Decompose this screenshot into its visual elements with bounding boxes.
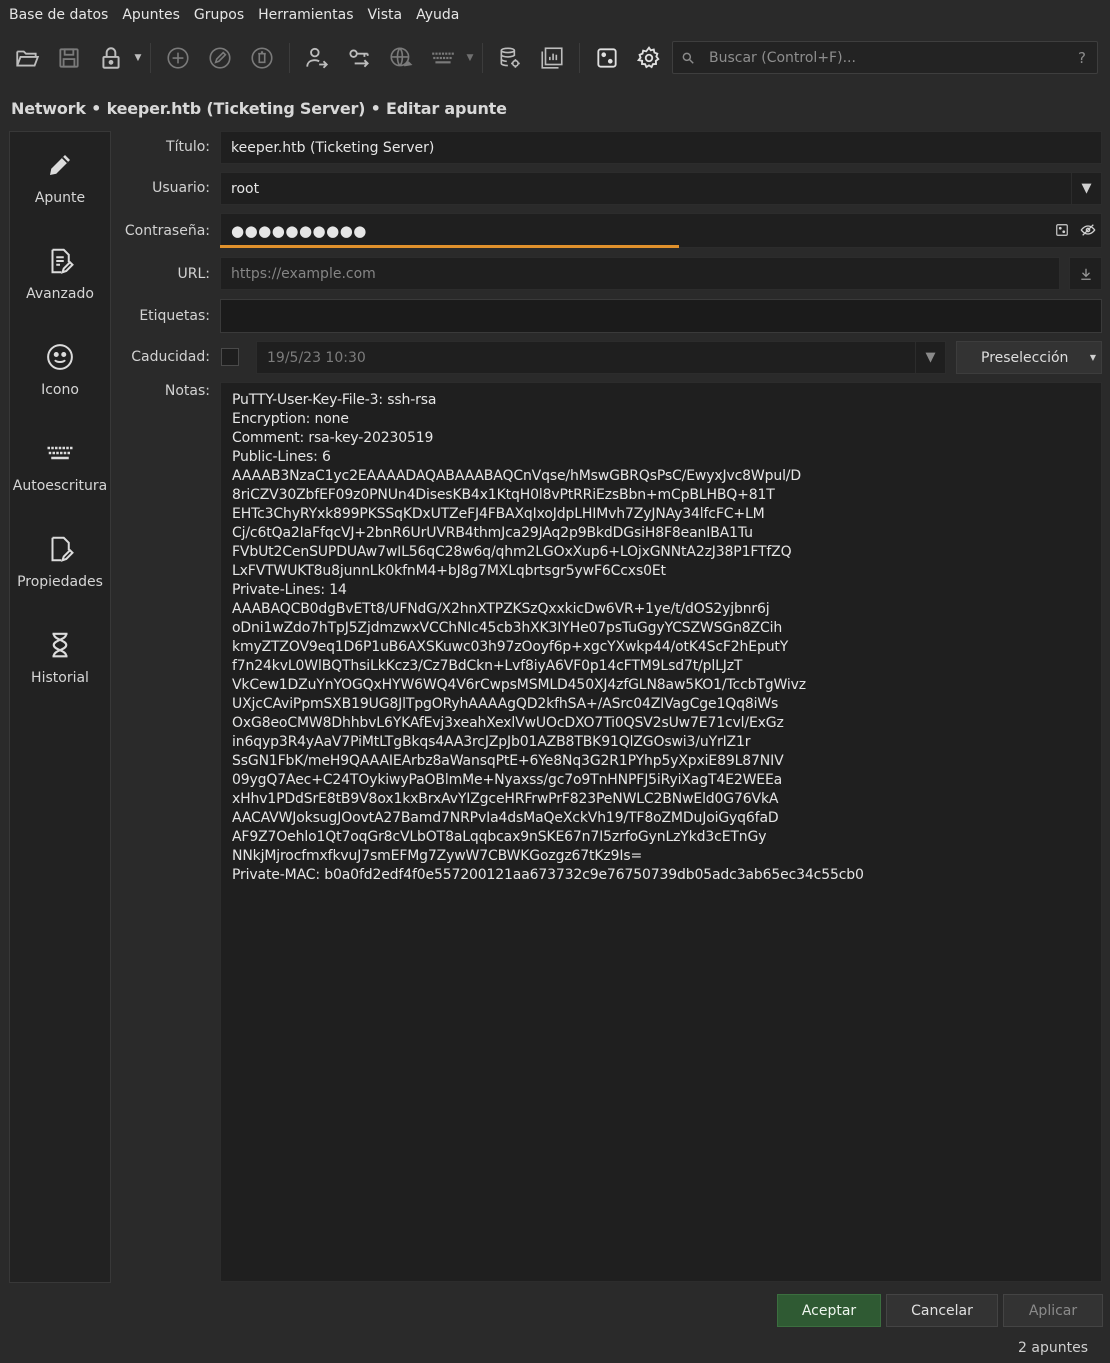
apply-button[interactable]: Aplicar [1003, 1294, 1103, 1327]
breadcrumb: Network • keeper.htb (Ticketing Server) … [11, 99, 507, 118]
generate-password-button[interactable] [1053, 221, 1071, 239]
preset-label: Preselección [981, 349, 1069, 366]
eye-off-icon [1080, 224, 1096, 236]
user-arrow-icon [306, 47, 329, 69]
sidebar-item-label: Icono [41, 382, 79, 398]
globe-icon [390, 47, 413, 67]
expiry-checkbox[interactable] [221, 348, 239, 366]
expiry-datetime-field[interactable]: 19/5/23 10:30 [256, 341, 916, 374]
sidebar-item-label: Historial [31, 670, 89, 686]
cancel-button[interactable]: Cancelar [886, 1294, 998, 1327]
url-label: URL: [177, 266, 211, 282]
expiry-label: Caducidad: [131, 349, 210, 365]
password-value: ●●●●●●●●●● [231, 221, 367, 240]
title-field[interactable]: keeper.htb (Ticketing Server) [220, 131, 1102, 164]
side-panel: Apunte Avanzado Icono Autoescritura Prop… [9, 131, 111, 1283]
plus-circle-icon [167, 47, 189, 69]
menu-database[interactable]: Base de datos [2, 0, 115, 30]
database-settings-button[interactable] [489, 37, 531, 79]
preset-dropdown[interactable]: Preselección ▼ [956, 341, 1102, 374]
password-field[interactable]: ●●●●●●●●●● [220, 213, 1102, 248]
keyboard-icon [432, 52, 454, 64]
copy-username-button[interactable] [296, 37, 338, 79]
sidebar-item-history[interactable]: Historial [10, 630, 110, 716]
search-input[interactable] [703, 42, 1067, 73]
toggle-password-visibility-button[interactable] [1078, 221, 1098, 239]
sidebar-item-properties[interactable]: Propiedades [10, 534, 110, 620]
status-entry-count: 2 apuntes [1018, 1340, 1088, 1356]
notes-label: Notas: [164, 383, 210, 399]
autotype-dropdown-icon[interactable]: ▼ [464, 37, 476, 79]
smiley-icon [47, 344, 73, 370]
folder-open-icon [16, 50, 40, 67]
chevron-down-icon: ▼ [1089, 353, 1096, 362]
pencil-icon [50, 155, 70, 175]
chevron-down-icon: ▼ [925, 350, 936, 365]
expiry-calendar-button[interactable]: ▼ [915, 341, 946, 374]
lock-database-button[interactable] [90, 37, 132, 79]
toolbar-separator [150, 43, 151, 73]
menu-help[interactable]: Ayuda [409, 0, 466, 30]
document-edit-icon [51, 248, 74, 274]
search-icon [673, 51, 703, 65]
dice-icon [1056, 224, 1068, 236]
menu-bar: Base de datos Apuntes Grupos Herramienta… [0, 0, 1110, 30]
settings-button[interactable] [628, 37, 670, 79]
username-field[interactable]: root [220, 172, 1072, 205]
search-box: ? [672, 41, 1098, 74]
username-label: Usuario: [152, 180, 210, 196]
autotype-button[interactable] [422, 37, 464, 79]
toolbar-separator [482, 43, 483, 73]
password-strength-bar [220, 245, 679, 248]
copy-password-button[interactable] [338, 37, 380, 79]
keyboard-icon [47, 446, 73, 460]
open-url-button[interactable] [380, 37, 422, 79]
menu-tools[interactable]: Herramientas [251, 0, 360, 30]
open-database-button[interactable] [6, 37, 48, 79]
save-icon [59, 48, 79, 68]
sidebar-item-label: Avanzado [26, 286, 94, 302]
chart-icon [541, 47, 563, 69]
database-gear-icon [500, 47, 520, 68]
pencil-circle-icon [209, 47, 231, 69]
search-help-button[interactable]: ? [1067, 49, 1097, 67]
password-label: Contraseña: [124, 223, 210, 239]
gear-icon [636, 46, 660, 69]
trash-circle-icon [251, 47, 273, 69]
sidebar-item-label: Apunte [34, 190, 86, 206]
toolbar-separator [579, 43, 580, 73]
dice-icon [597, 48, 617, 68]
username-dropdown-button[interactable]: ▼ [1071, 172, 1102, 205]
sidebar-item-label: Propiedades [17, 574, 103, 590]
reports-button[interactable] [531, 37, 573, 79]
menu-groups[interactable]: Grupos [187, 0, 251, 30]
add-entry-button[interactable] [157, 37, 199, 79]
document-edit-icon [51, 536, 74, 562]
download-favicon-button[interactable] [1069, 257, 1102, 290]
menu-entries[interactable]: Apuntes [115, 0, 187, 30]
toolbar-separator [289, 43, 290, 73]
sidebar-item-label: Autoescritura [12, 478, 108, 494]
edit-entry-button[interactable] [199, 37, 241, 79]
url-field[interactable]: https://example.com [220, 257, 1060, 290]
toolbar: ▼ ▼ ? [0, 34, 1110, 82]
notes-textarea[interactable]: PuTTY-User-Key-File-3: ssh-rsa Encryptio… [220, 382, 1102, 1282]
password-generator-button[interactable] [586, 37, 628, 79]
tags-label: Etiquetas: [139, 308, 210, 324]
lock-dropdown-icon[interactable]: ▼ [132, 37, 144, 79]
tags-field[interactable] [220, 299, 1102, 333]
key-arrow-icon [349, 49, 369, 68]
delete-entry-button[interactable] [241, 37, 283, 79]
download-icon [1080, 268, 1091, 280]
sidebar-item-autotype[interactable]: Autoescritura [10, 438, 110, 524]
save-database-button[interactable] [48, 37, 90, 79]
chevron-down-icon: ▼ [1081, 181, 1092, 196]
accept-button[interactable]: Aceptar [777, 1294, 881, 1327]
lock-icon [102, 47, 120, 69]
menu-view[interactable]: Vista [361, 0, 410, 30]
title-label: Título: [166, 139, 210, 155]
hourglass-icon [52, 632, 68, 658]
